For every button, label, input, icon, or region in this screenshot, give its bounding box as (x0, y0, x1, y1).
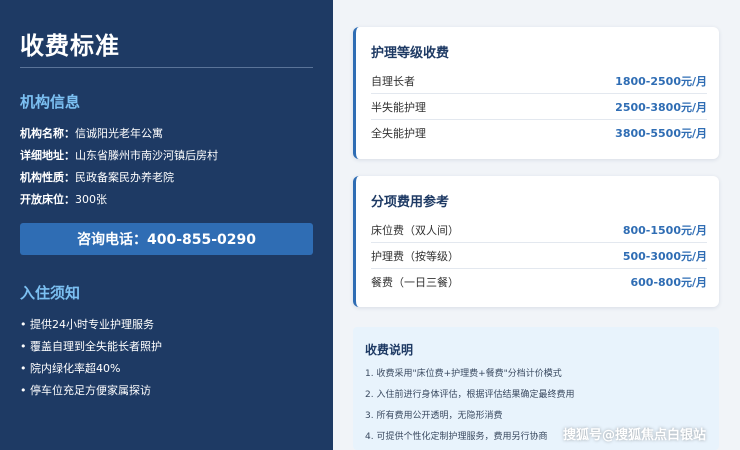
note-line: 3. 所有费用公开透明，无隐形消费 (365, 411, 503, 421)
info-row-name: 机构名称：信诚阳光老年公寓 (20, 125, 163, 141)
price-row: 护理费（按等级） 500-3000元/月 (371, 243, 707, 268)
price-row: 半失能护理 2500-3800元/月 (371, 94, 707, 119)
price-row: 床位费（双人间） 800-1500元/月 (371, 217, 707, 242)
price-label: 护理费（按等级） (371, 249, 459, 263)
card-title: 分项费用参考 (371, 195, 450, 210)
price-value: 600-800元/月 (630, 275, 707, 289)
info-value: 300张 (75, 193, 107, 206)
source-watermark: 搜狐号@搜狐焦点白银站 (563, 428, 707, 443)
info-row-beds: 开放床位：300张 (20, 191, 107, 207)
title-divider (20, 67, 313, 68)
card-title: 护理等级收费 (371, 46, 450, 61)
price-value: 2500-3800元/月 (615, 100, 707, 114)
note-line: 4. 可提供个性化定制护理服务，费用另行协商 (365, 432, 548, 442)
note-line: 2. 入住前进行身体评估，根据评估结果确定最终费用 (365, 390, 575, 400)
notice-heading: 入住须知 (20, 284, 81, 302)
price-label: 自理长者 (371, 74, 415, 88)
price-value: 800-1500元/月 (622, 223, 707, 237)
price-label: 半失能护理 (371, 100, 426, 114)
info-label: 机构名称： (20, 127, 75, 140)
org-info-heading: 机构信息 (20, 93, 81, 111)
info-row-type: 机构性质：民政备案民办养老院 (20, 169, 174, 185)
notes-title: 收费说明 (365, 343, 414, 357)
info-label: 开放床位： (20, 193, 75, 206)
info-row-address: 详细地址：山东省滕州市南沙河镇后房村 (20, 147, 218, 163)
price-label: 床位费（双人间） (371, 223, 459, 237)
consult-phone-button[interactable]: 咨询电话：400-855-0290 (20, 223, 313, 255)
info-value: 民政备案民办养老院 (75, 171, 174, 184)
price-value: 500-3000元/月 (622, 249, 707, 263)
page-title: 收费标准 (20, 32, 120, 60)
notice-item: • 院内绿化率超40% (20, 362, 121, 375)
fee-reference-card: 分项费用参考 床位费（双人间） 800-1500元/月 护理费（按等级） 500… (353, 176, 719, 307)
price-label: 餐费（一日三餐） (371, 275, 459, 289)
price-value: 3800-5500元/月 (615, 126, 707, 140)
info-value: 山东省滕州市南沙河镇后房村 (75, 149, 218, 162)
note-line: 1. 收费采用"床位费+护理费+餐费"分档计价模式 (365, 369, 562, 379)
info-value: 信诚阳光老年公寓 (75, 127, 163, 140)
price-value: 1800-2500元/月 (615, 74, 707, 88)
notice-item: • 覆盖自理到全失能长者照护 (20, 340, 162, 353)
price-label: 全失能护理 (371, 126, 426, 140)
price-row: 餐费（一日三餐） 600-800元/月 (371, 269, 707, 294)
care-level-card: 护理等级收费 自理长者 1800-2500元/月 半失能护理 2500-3800… (353, 27, 719, 159)
notice-item: • 停车位充足方便家属探访 (20, 384, 151, 397)
price-row: 全失能护理 3800-5500元/月 (371, 120, 707, 145)
info-label: 详细地址： (20, 149, 75, 162)
sidebar-panel: 收费标准 机构信息 机构名称：信诚阳光老年公寓 详细地址：山东省滕州市南沙河镇后… (0, 0, 333, 450)
info-label: 机构性质： (20, 171, 75, 184)
notice-item: • 提供24小时专业护理服务 (20, 318, 154, 331)
price-row: 自理长者 1800-2500元/月 (371, 68, 707, 93)
